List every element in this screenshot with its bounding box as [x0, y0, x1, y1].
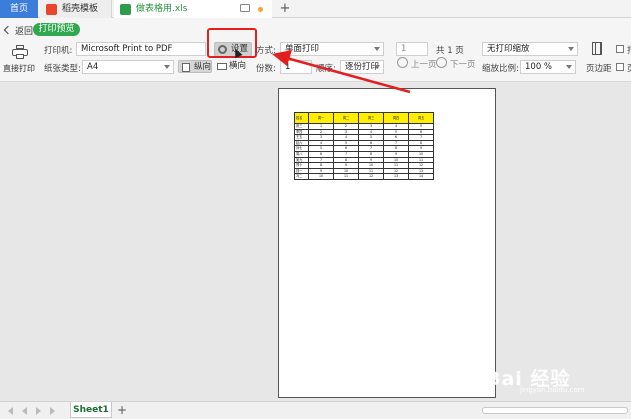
cell: 冯二: [294, 173, 309, 180]
docer-icon: [46, 4, 57, 15]
paper-select[interactable]: A4: [82, 60, 174, 74]
arrow-down-icon: [436, 57, 447, 68]
monitor-icon[interactable]: [240, 4, 250, 12]
zoom-value: 100 %: [525, 62, 553, 72]
print-preview-badge: 打印预览: [33, 23, 80, 36]
margins-icon[interactable]: [592, 42, 602, 55]
next-page-label: 下一页: [450, 60, 476, 70]
scale-mode-select[interactable]: 无打印缩放: [482, 42, 578, 56]
back-button[interactable]: 返回: [3, 24, 34, 37]
print-preview-toolbar: 返回 打印预览 直接打印 打印机: Microsoft Print to PDF…: [0, 18, 631, 82]
cell: 10: [308, 173, 334, 180]
order-label: 顺序:: [316, 64, 336, 74]
chevron-down-icon: [568, 47, 574, 51]
watermark-url: jingyan.baidu.com: [520, 386, 585, 394]
print-gridlines-label: 打: [627, 44, 631, 56]
prev-page-button[interactable]: 上一页: [397, 57, 437, 70]
chevron-down-icon: [374, 47, 380, 51]
table-header-row: 姓名 周一 周二 周三 周四 周五: [294, 112, 434, 124]
header-cell: 周五: [408, 112, 434, 124]
chevron-left-icon: [3, 25, 13, 35]
printer-value: Microsoft Print to PDF: [81, 44, 173, 54]
print-other-label: 页: [627, 62, 631, 74]
header-cell: 周三: [358, 112, 384, 124]
unsaved-dot-icon: [258, 7, 263, 12]
direct-print-button[interactable]: 直接打印: [3, 63, 35, 74]
add-sheet-button[interactable]: +: [117, 402, 127, 418]
chevron-down-icon: [374, 65, 380, 69]
header-cell: 姓名: [294, 112, 309, 124]
landscape-label: 横向: [229, 61, 247, 71]
paper-label: 纸张类型:: [44, 64, 81, 74]
tab-file[interactable]: 做表格用.xls: [114, 0, 272, 18]
printer-icon[interactable]: [12, 45, 28, 59]
landscape-page-icon: [217, 63, 227, 70]
first-sheet-icon[interactable]: [8, 407, 13, 415]
tab-template-label: 稻壳模板: [62, 4, 99, 14]
next-sheet-icon[interactable]: [36, 407, 41, 415]
page-number-value: 1: [401, 44, 407, 54]
scale-mode-value: 无打印缩放: [487, 44, 530, 54]
zoom-input[interactable]: 100 %: [520, 60, 576, 74]
portrait-page-icon: [182, 63, 190, 72]
printer-select[interactable]: Microsoft Print to PDF: [76, 42, 206, 56]
back-label: 返回: [15, 27, 34, 37]
zoom-label: 缩放比例:: [482, 64, 519, 74]
mode-label: 方式:: [256, 46, 276, 56]
prev-page-label: 上一页: [411, 60, 437, 70]
paper-value: A4: [87, 62, 99, 72]
copies-input[interactable]: 1: [280, 60, 312, 74]
new-tab-button[interactable]: +: [278, 0, 292, 18]
page-total: 共 1 页: [436, 46, 464, 56]
copies-label: 份数:: [256, 64, 276, 74]
printer-label: 打印机:: [44, 46, 73, 56]
margins-label[interactable]: 页边距: [586, 62, 612, 74]
header-cell: 周一: [308, 112, 334, 124]
preview-table: 姓名 周一 周二 周三 周四 周五 张三 1 2 3 4 5 李四 2 3 4 5 6 王五 3 4 5 6…: [294, 112, 434, 180]
cell: 14: [408, 173, 434, 180]
mode-select[interactable]: 单面打印: [280, 42, 384, 56]
print-other-checkbox[interactable]: [616, 63, 624, 71]
sheet-tab[interactable]: Sheet1: [70, 402, 112, 418]
horizontal-scrollbar[interactable]: [482, 407, 628, 414]
page-number-input[interactable]: 1: [396, 42, 428, 56]
tab-bar: 首页 稻壳模板 做表格用.xls +: [0, 0, 631, 18]
order-select[interactable]: 逐份打印: [340, 60, 384, 74]
chevron-down-icon: [164, 65, 170, 69]
cell: 13: [383, 173, 409, 180]
mode-value: 单面打印: [285, 44, 320, 54]
cell: 12: [358, 173, 384, 180]
table-row: 冯二 10 11 12 13 14: [294, 173, 434, 180]
arrow-up-icon: [397, 57, 408, 68]
tab-template[interactable]: 稻壳模板: [40, 0, 112, 18]
tab-file-label: 做表格用.xls: [136, 4, 188, 14]
cell: 11: [333, 173, 359, 180]
last-sheet-icon[interactable]: [50, 407, 55, 415]
copies-value: 1: [285, 62, 291, 72]
annotation-highlight-box: [207, 28, 257, 58]
landscape-button[interactable]: 横向: [214, 60, 250, 73]
tab-home[interactable]: 首页: [0, 0, 38, 18]
header-cell: 周二: [333, 112, 359, 124]
spreadsheet-icon: [120, 4, 131, 15]
portrait-button[interactable]: 纵向: [178, 60, 212, 73]
print-gridlines-checkbox[interactable]: [616, 45, 624, 53]
sheet-bar: Sheet1 +: [0, 401, 631, 419]
next-page-button[interactable]: 下一页: [436, 57, 476, 70]
prev-sheet-icon[interactable]: [22, 407, 27, 415]
chevron-down-icon: [566, 65, 572, 69]
header-cell: 周四: [383, 112, 409, 124]
portrait-label: 纵向: [194, 62, 212, 72]
